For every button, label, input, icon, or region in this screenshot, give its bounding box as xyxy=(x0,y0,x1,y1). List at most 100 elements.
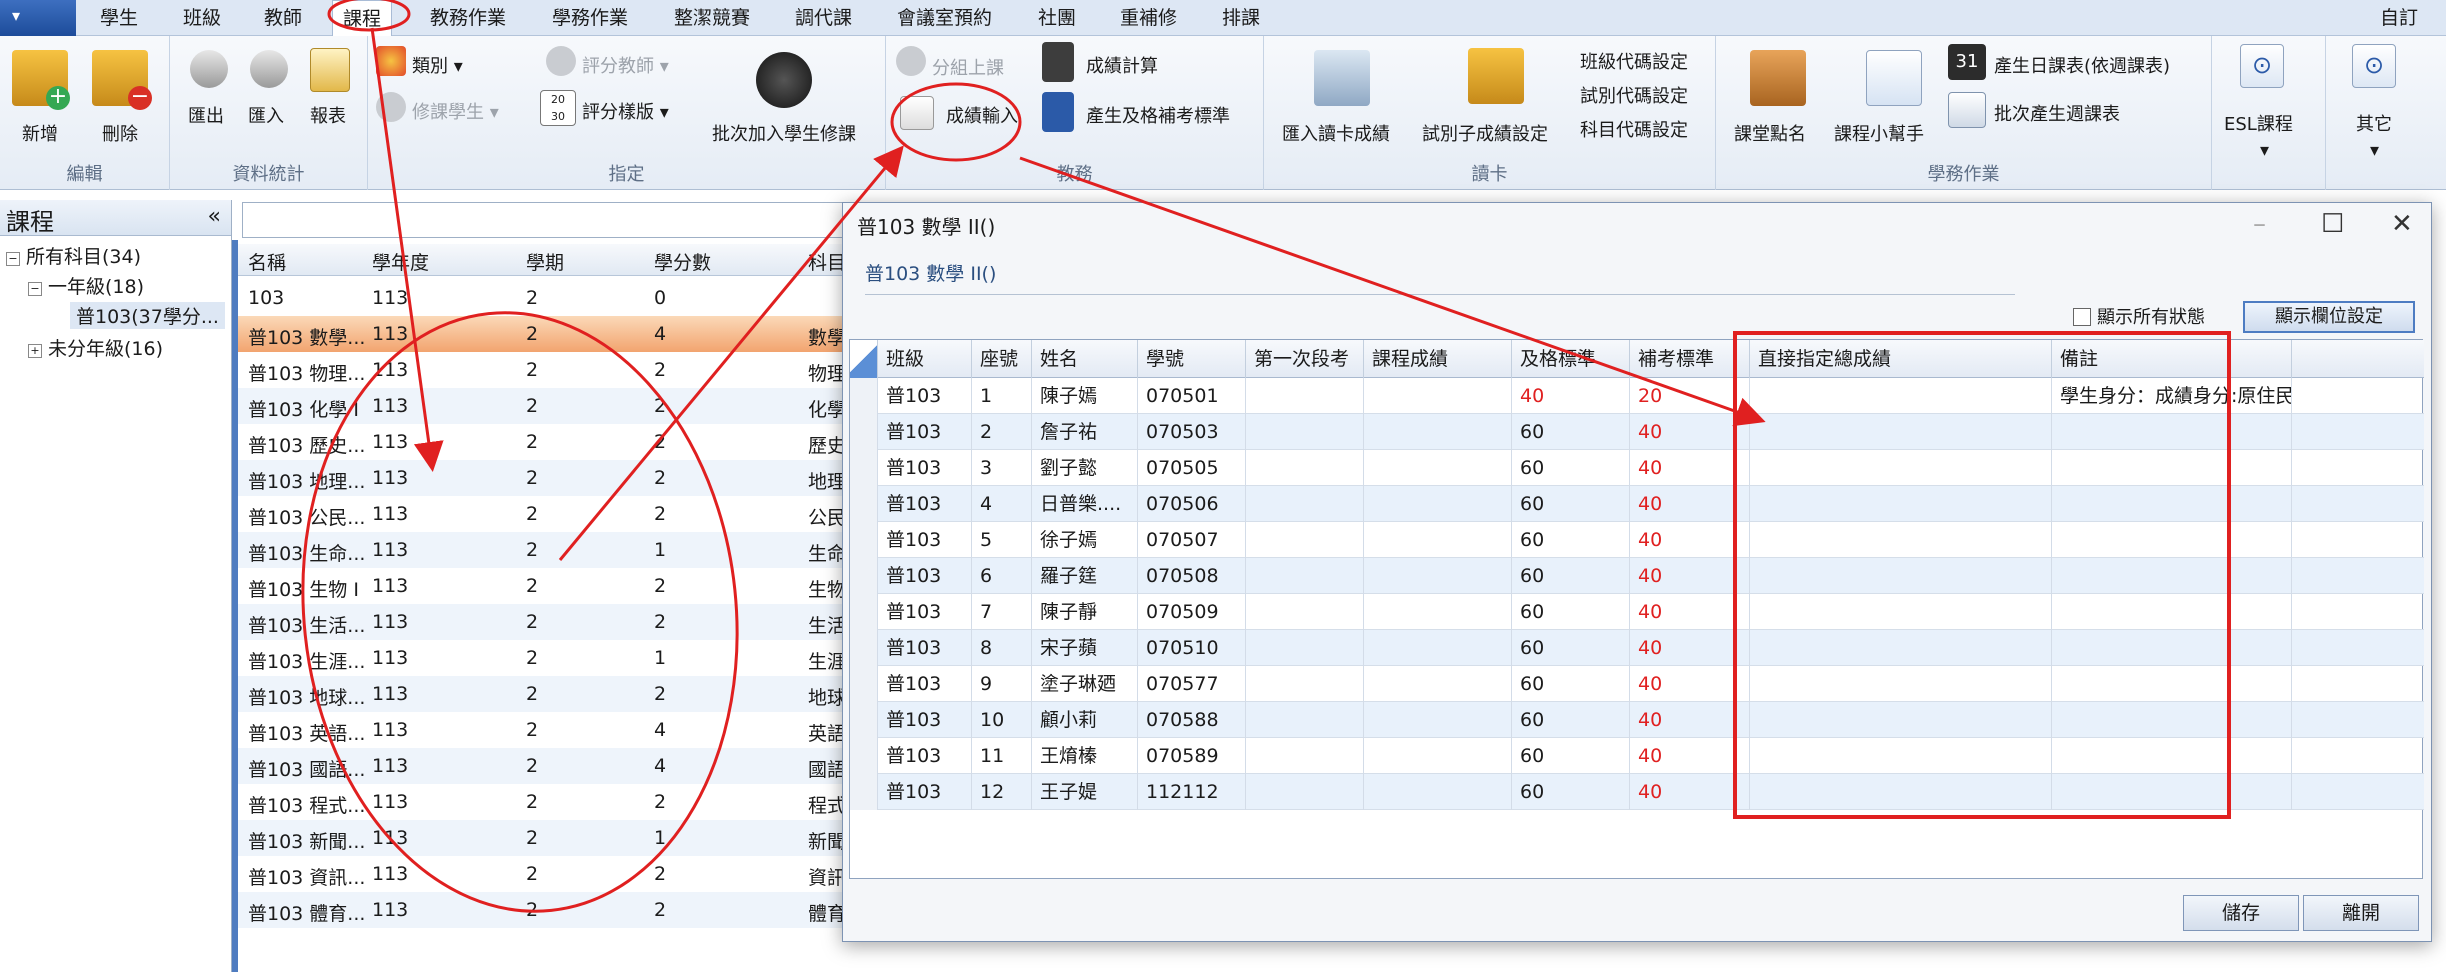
tree-node-class[interactable]: 普103(37學分... xyxy=(70,302,225,329)
tree-node-all[interactable]: − 所有科目(34) xyxy=(6,242,141,269)
score-cell[interactable] xyxy=(1750,486,2052,522)
col-subject[interactable]: 科目 xyxy=(808,248,846,275)
score-cell[interactable] xyxy=(1246,558,1364,594)
score-cell[interactable] xyxy=(1750,414,2052,450)
tab-student[interactable]: 學生 xyxy=(100,0,138,36)
score-cell[interactable] xyxy=(1246,666,1364,702)
score-row[interactable]: 普103 2 詹子祐 070503 60 40 xyxy=(850,414,2424,450)
select-all-corner[interactable] xyxy=(850,340,878,378)
other-dropdown-icon[interactable]: ▾ xyxy=(2370,140,2379,161)
row-header[interactable] xyxy=(850,558,878,594)
col-override-total[interactable]: 直接指定總成績 xyxy=(1750,340,2052,378)
score-cell[interactable] xyxy=(1364,666,1512,702)
tree-node-grade1[interactable]: − 一年級(18) xyxy=(28,272,144,299)
row-header[interactable] xyxy=(850,594,878,630)
collapse-icon[interactable]: « xyxy=(208,204,221,229)
gen-standard-button[interactable]: 產生及格補考標準 xyxy=(1086,102,1230,128)
score-cell[interactable] xyxy=(1750,774,2052,810)
score-cell[interactable] xyxy=(1364,558,1512,594)
subject-code-button[interactable]: 科目代碼設定 xyxy=(1580,116,1688,142)
row-header[interactable] xyxy=(850,666,878,702)
tab-course[interactable]: 課程 xyxy=(332,0,393,37)
esl-dropdown-icon[interactable]: ▾ xyxy=(2260,140,2269,161)
row-header[interactable] xyxy=(850,486,878,522)
save-button[interactable]: 儲存 xyxy=(2183,895,2299,931)
col-class[interactable]: 班級 xyxy=(878,340,972,378)
col-school-year[interactable]: 學年度 xyxy=(372,248,429,275)
customize-menu[interactable]: 自訂 xyxy=(2380,0,2418,36)
row-header[interactable] xyxy=(850,630,878,666)
score-row[interactable]: 普103 4 日普樂.... 070506 60 40 xyxy=(850,486,2424,522)
tab-makeup[interactable]: 重補修 xyxy=(1120,0,1177,36)
tab-substitute[interactable]: 調代課 xyxy=(795,0,852,36)
score-cell[interactable] xyxy=(1750,630,2052,666)
category-button[interactable]: 類別 ▾ xyxy=(412,52,463,78)
col-credits[interactable]: 學分數 xyxy=(654,248,711,275)
show-all-status-checkbox[interactable]: 顯示所有狀態 xyxy=(2073,303,2205,329)
elective-students-button[interactable]: 修課學生 ▾ xyxy=(412,98,499,124)
daily-table-button[interactable]: 產生日課表(依週課表) xyxy=(1994,52,2170,78)
col-makeup-standard[interactable]: 補考標準 xyxy=(1630,340,1750,378)
score-cell[interactable] xyxy=(1364,702,1512,738)
score-cell[interactable] xyxy=(1750,666,2052,702)
import-card-button[interactable]: 匯入讀卡成績 xyxy=(1282,120,1390,146)
collapse-box-icon[interactable]: − xyxy=(6,252,20,266)
class-code-button[interactable]: 班級代碼設定 xyxy=(1580,48,1688,74)
col-pass-standard[interactable]: 及格標準 xyxy=(1512,340,1630,378)
weekly-batch-button[interactable]: 批次產生週課表 xyxy=(1994,100,2120,126)
score-cell[interactable] xyxy=(1750,378,2052,414)
row-header[interactable] xyxy=(850,774,878,810)
col-seat[interactable]: 座號 xyxy=(972,340,1032,378)
score-cell[interactable] xyxy=(1246,702,1364,738)
score-template-button[interactable]: 評分樣版 ▾ xyxy=(582,98,669,124)
score-cell[interactable] xyxy=(1246,738,1364,774)
maximize-icon[interactable]: ☐ xyxy=(2321,209,2344,239)
expand-box-icon[interactable]: + xyxy=(28,344,42,358)
leave-button[interactable]: 離開 xyxy=(2303,895,2419,931)
score-cell[interactable] xyxy=(1246,522,1364,558)
score-row[interactable]: 普103 1 陳子嫣 070501 40 20 學生身分：成績身分:原住民 xyxy=(850,378,2424,414)
score-cell[interactable] xyxy=(1246,486,1364,522)
tab-academic-affairs[interactable]: 教務作業 xyxy=(430,0,506,36)
score-row[interactable]: 普103 10 顧小莉 070588 60 40 xyxy=(850,702,2424,738)
add-button[interactable]: 新增 xyxy=(22,120,58,146)
col-name[interactable]: 姓名 xyxy=(1032,340,1138,378)
score-row[interactable]: 普103 5 徐子嫣 070507 60 40 xyxy=(850,522,2424,558)
app-menu-button[interactable]: ▾ xyxy=(0,0,76,36)
col-semester[interactable]: 學期 xyxy=(526,248,564,275)
rollcall-button[interactable]: 課堂點名 xyxy=(1734,120,1806,146)
collapse-box-icon[interactable]: − xyxy=(28,282,42,296)
score-cell[interactable] xyxy=(1364,594,1512,630)
score-row[interactable]: 普103 11 王焴榛 070589 60 40 xyxy=(850,738,2424,774)
score-cell[interactable] xyxy=(1750,558,2052,594)
score-cell[interactable] xyxy=(1246,774,1364,810)
score-cell[interactable] xyxy=(1750,738,2052,774)
other-button[interactable]: 其它 xyxy=(2356,110,2392,136)
row-header[interactable] xyxy=(850,414,878,450)
score-cell[interactable] xyxy=(1750,702,2052,738)
score-cell[interactable] xyxy=(1246,414,1364,450)
esl-button[interactable]: ESL課程 xyxy=(2224,110,2293,136)
tab-cleanliness[interactable]: 整潔競賽 xyxy=(674,0,750,36)
exam-score-set-button[interactable]: 試別子成績設定 xyxy=(1422,120,1548,146)
score-row[interactable]: 普103 7 陳子靜 070509 60 40 xyxy=(850,594,2424,630)
score-row[interactable]: 普103 3 劉子懿 070505 60 40 xyxy=(850,450,2424,486)
tab-club[interactable]: 社團 xyxy=(1038,0,1076,36)
score-row[interactable]: 普103 12 王子媞 112112 60 40 xyxy=(850,774,2424,810)
row-header[interactable] xyxy=(850,522,878,558)
tree-node-ungraded[interactable]: + 未分年級(16) xyxy=(28,334,163,361)
score-cell[interactable] xyxy=(1750,594,2052,630)
export-button[interactable]: 匯出 xyxy=(188,102,224,128)
score-cell[interactable] xyxy=(1364,414,1512,450)
batch-add-button[interactable]: 批次加入學生修課 xyxy=(712,120,856,146)
group-class-button[interactable]: 分組上課 xyxy=(932,54,1004,80)
col-name[interactable]: 名稱 xyxy=(248,248,286,275)
score-row[interactable]: 普103 8 宋子蘋 070510 60 40 xyxy=(850,630,2424,666)
score-cell[interactable] xyxy=(1364,630,1512,666)
row-header[interactable] xyxy=(850,450,878,486)
tab-student-affairs[interactable]: 學務作業 xyxy=(552,0,628,36)
score-row[interactable]: 普103 9 塗子琳廼 070577 60 40 xyxy=(850,666,2424,702)
score-cell[interactable] xyxy=(1246,594,1364,630)
checkbox-icon[interactable] xyxy=(2073,308,2091,326)
delete-button[interactable]: 刪除 xyxy=(102,120,138,146)
